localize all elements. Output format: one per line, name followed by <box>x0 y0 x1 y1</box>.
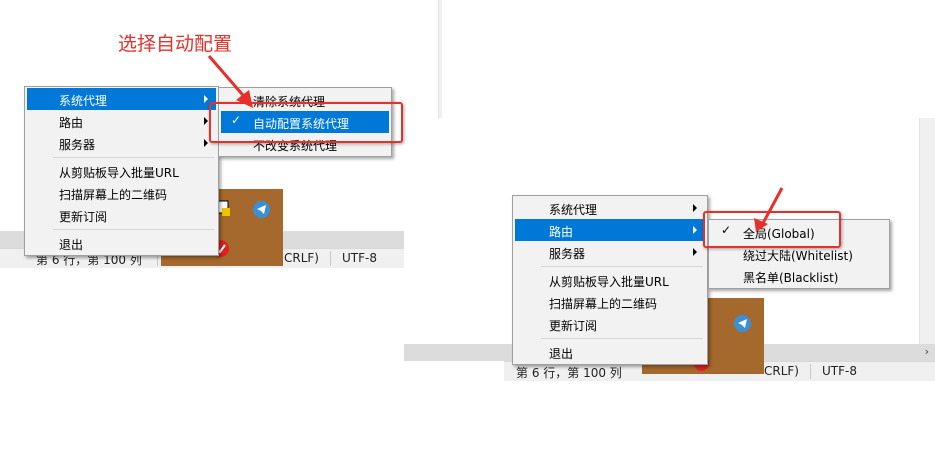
status-position: 第 6 行，第 100 列 <box>516 366 622 380</box>
menu-item-exit[interactable]: 退出 <box>515 341 705 363</box>
menu-item-update-subscription[interactable]: 更新订阅 <box>27 204 216 226</box>
status-line-ending: CRLF) <box>284 251 319 265</box>
telegram-icon[interactable] <box>734 315 751 332</box>
menu-item-blacklist[interactable]: 黑名单(Blacklist) <box>711 265 887 287</box>
menu-item-update-subscription[interactable]: 更新订阅 <box>515 313 705 335</box>
menu-item-exit[interactable]: 退出 <box>27 232 216 254</box>
chevron-right-icon <box>204 139 208 147</box>
status-encoding: UTF-8 <box>822 364 857 378</box>
menu-separator <box>541 266 703 267</box>
red-arrow-icon <box>207 55 253 108</box>
menu-item-server[interactable]: 服务器 <box>27 132 216 154</box>
status-encoding: UTF-8 <box>342 251 377 265</box>
menu-item-import-clipboard[interactable]: 从剪贴板导入批量URL <box>515 269 705 291</box>
status-line-ending: CRLF) <box>764 364 799 378</box>
menu-separator <box>541 338 703 339</box>
window-divider <box>438 0 442 118</box>
menu-item-server[interactable]: 服务器 <box>515 241 705 263</box>
menu-item-scan-qr[interactable]: 扫描屏幕上的二维码 <box>27 182 216 204</box>
menu-item-system-proxy[interactable]: 系统代理 <box>515 197 705 219</box>
chevron-right-icon <box>693 248 697 256</box>
telegram-icon[interactable] <box>253 201 270 218</box>
menu-separator <box>53 157 214 158</box>
menu-item-import-clipboard[interactable]: 从剪贴板导入批量URL <box>27 160 216 182</box>
chevron-right-icon <box>693 226 697 234</box>
chevron-right-icon <box>693 204 697 212</box>
menu-separator <box>53 229 214 230</box>
red-arrow-icon <box>754 187 784 232</box>
menu-item-route[interactable]: 路由 <box>515 219 705 241</box>
context-menu-right: 系统代理 路由 服务器 从剪贴板导入批量URL 扫描屏幕上的二维码 更新订阅 退… <box>512 195 708 365</box>
scroll-right-icon[interactable]: › <box>925 345 929 358</box>
menu-item-scan-qr[interactable]: 扫描屏幕上的二维码 <box>515 291 705 313</box>
vertical-scrollbar[interactable] <box>919 118 935 344</box>
